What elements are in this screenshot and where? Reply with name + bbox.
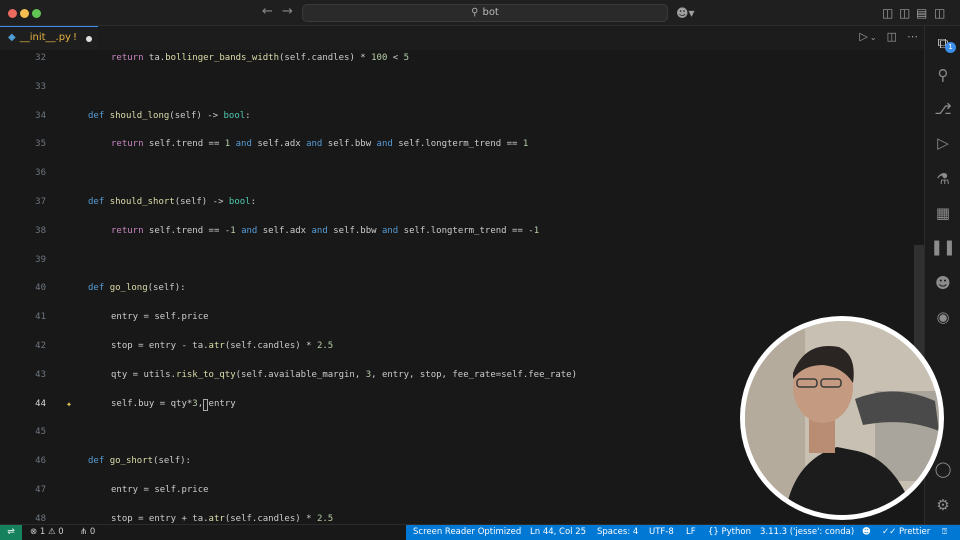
language-mode[interactable]: {} Python <box>708 525 751 540</box>
error-count: 1 <box>39 527 46 537</box>
editor-actions: ▷ ⌄ ◫ ⋯ <box>849 30 918 43</box>
code-line[interactable]: 32 return ta.bollinger_bands_width(self.c… <box>0 51 924 66</box>
line-number: 35 <box>35 139 46 150</box>
cursor-position[interactable]: Ln 44, Col 25 <box>530 525 586 540</box>
minimize-window-button[interactable] <box>20 9 29 18</box>
tab-filename: __init__.py <box>19 32 71 43</box>
search-icon: ⚲ <box>471 7 479 18</box>
remote-indicator[interactable]: ⇌ <box>0 525 22 540</box>
line-number: 47 <box>35 485 46 495</box>
editor-tab-bar: ◆ __init__.py! ▷ ⌄ ◫ ⋯ <box>0 26 924 50</box>
line-number: 38 <box>35 225 46 236</box>
line-number: 32 <box>35 53 46 63</box>
run-python-file-icon[interactable]: ▷ <box>859 30 867 43</box>
close-window-button[interactable] <box>8 9 17 18</box>
code-line[interactable]: 48 stop = entry + ta.atr(self.candles) * … <box>0 512 924 524</box>
zoom-window-button[interactable] <box>32 9 41 18</box>
testing-icon[interactable]: ⚗ <box>925 170 960 188</box>
end-of-line[interactable]: LF <box>686 525 696 540</box>
line-number: 34 <box>35 110 46 121</box>
code-line[interactable]: 35 return self.trend == 1 and self.adx an… <box>0 137 924 152</box>
line-number: 46 <box>35 456 46 467</box>
code-line[interactable]: 38 return self.trend == -1 and self.adx a… <box>0 224 924 239</box>
chevron-down-icon[interactable]: ⌄ <box>870 33 877 42</box>
toggle-sidebar-icon[interactable]: ◫ <box>899 5 910 21</box>
pause-icon[interactable]: ❚❚ <box>925 238 960 256</box>
toggle-panel-icon[interactable]: ▤ <box>916 5 927 21</box>
code-text[interactable]: return self.trend == 1 and self.adx and … <box>111 137 528 152</box>
webcam-overlay <box>740 316 944 520</box>
code-text[interactable]: return self.trend == -1 and self.adx and… <box>111 224 539 239</box>
code-line[interactable]: 34 def should_long(self) -> bool: <box>0 109 924 124</box>
code-text[interactable]: def should_short(self) -> bool: <box>88 195 256 210</box>
code-text[interactable]: stop = entry - ta.atr(self.candles) * 2.… <box>111 339 333 354</box>
line-number: 33 <box>35 81 46 92</box>
line-number: 37 <box>35 197 46 207</box>
status-bar: ⇌ ⊗ 1 ⚠ 0 ⋔ 0 Screen Reader Optimized Ln… <box>0 524 960 540</box>
more-actions-icon[interactable]: ⋯ <box>907 30 918 43</box>
indentation[interactable]: Spaces: 4 <box>597 525 638 540</box>
tab-init-py[interactable]: ◆ __init__.py! <box>0 26 98 50</box>
code-text[interactable]: stop = entry + ta.atr(self.candles) * 2.… <box>111 512 333 524</box>
arrow-left-icon[interactable]: ← <box>262 4 273 19</box>
code-text[interactable]: qty = utils.risk_to_qty(self.available_m… <box>111 368 577 383</box>
workspace-name: bot <box>482 7 499 18</box>
code-text[interactable]: entry = self.price <box>111 310 209 325</box>
line-number: 40 <box>35 283 46 294</box>
warning-count: 0 <box>58 527 64 537</box>
tab-problem-badge: ! <box>72 32 77 43</box>
arrow-right-icon[interactable]: → <box>282 4 293 19</box>
code-line[interactable]: 39 <box>0 253 924 268</box>
customize-layout-icon[interactable]: ◫ <box>882 5 893 21</box>
code-text[interactable]: self.buy = qty*3, entry <box>111 397 236 412</box>
code-text[interactable]: def go_short(self): <box>88 454 191 469</box>
line-number: 44 <box>35 398 46 409</box>
github-icon[interactable]: ◉ <box>925 308 960 326</box>
code-text[interactable]: def should_long(self) -> bool: <box>88 109 251 124</box>
presenter-video <box>745 321 939 515</box>
python-interpreter[interactable]: 3.11.3 ('jesse': conda) <box>760 525 854 540</box>
line-number: 43 <box>35 369 46 380</box>
copilot-sparkle-icon[interactable]: ✦ <box>66 397 72 412</box>
prettier-status[interactable]: ✓✓ Prettier <box>882 525 930 540</box>
code-line[interactable]: 40 def go_long(self): <box>0 281 924 296</box>
ports-count: 0 <box>89 527 96 537</box>
run-debug-icon[interactable]: ▷ <box>925 134 960 152</box>
copilot-status-icon[interactable]: ☻ <box>862 525 871 540</box>
code-line[interactable]: 41 entry = self.price <box>0 310 924 325</box>
search-icon[interactable]: ⚲ <box>925 66 960 84</box>
explorer-badge: 1 <box>945 42 956 53</box>
line-number: 45 <box>35 427 46 438</box>
code-line[interactable]: 33 <box>0 80 924 95</box>
notifications-bell-icon[interactable]: ⍰ <box>942 525 947 540</box>
ports-indicator[interactable]: ⋔ 0 <box>80 525 95 540</box>
code-text[interactable]: def go_long(self): <box>88 281 186 296</box>
settings-gear-icon[interactable]: ⚙ <box>925 496 960 514</box>
copilot-icon[interactable]: ☻ <box>925 274 960 292</box>
line-number: 42 <box>35 341 46 351</box>
copilot-icon[interactable]: ☻▾ <box>676 5 695 21</box>
line-number: 41 <box>35 312 46 323</box>
code-text[interactable]: entry = self.price <box>111 483 209 498</box>
code-line[interactable]: 37 def should_short(self) -> bool: <box>0 195 924 210</box>
command-center-search[interactable]: ⚲ bot <box>302 4 668 22</box>
toggle-secondary-sidebar-icon[interactable]: ◫ <box>934 5 945 21</box>
code-line[interactable]: 36 <box>0 166 924 181</box>
screen-reader-status[interactable]: Screen Reader Optimized <box>413 525 521 540</box>
problems-indicator[interactable]: ⊗ 1 ⚠ 0 <box>30 525 64 540</box>
text-cursor <box>203 398 208 411</box>
title-bar: ← → ⚲ bot ☻▾ ◫ ◫ ▤ ◫ <box>0 0 960 26</box>
line-number: 48 <box>35 513 46 524</box>
unsaved-dot-icon[interactable] <box>86 36 92 42</box>
encoding[interactable]: UTF-8 <box>649 525 674 540</box>
source-control-icon[interactable]: ⎇ <box>925 100 960 118</box>
code-text[interactable]: return ta.bollinger_bands_width(self.can… <box>111 51 409 66</box>
line-number: 36 <box>35 168 46 179</box>
split-editor-icon[interactable]: ◫ <box>887 30 897 43</box>
line-number: 39 <box>35 254 46 265</box>
extensions-icon[interactable]: ▦ <box>925 204 960 222</box>
python-icon: ◆ <box>8 32 16 43</box>
